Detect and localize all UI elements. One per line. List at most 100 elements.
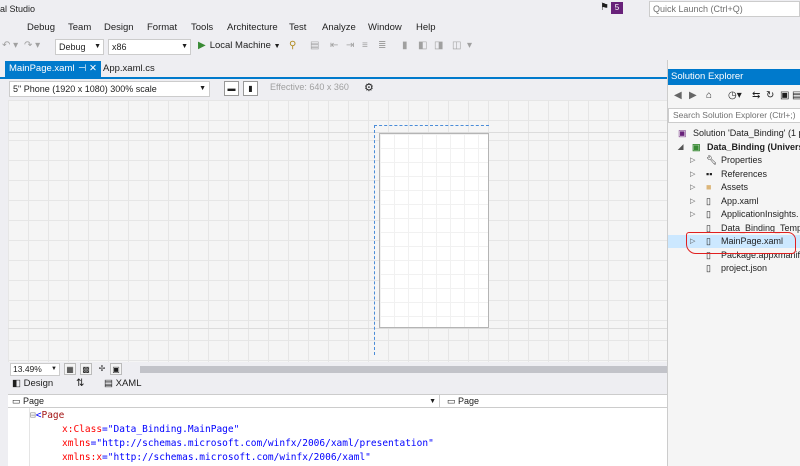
sync-icon[interactable]: ⇆ — [752, 90, 760, 101]
surface-guide — [8, 328, 667, 329]
configuration-select[interactable]: Debug ▼ — [55, 39, 104, 55]
quick-launch-placeholder: Quick Launch (Ctrl+Q) — [653, 4, 743, 14]
tab-xaml[interactable]: ▤ XAML — [104, 378, 142, 389]
expanded-triangle-icon[interactable]: ◢ — [678, 141, 683, 154]
tab-mainpage-xaml[interactable]: MainPage.xaml ⊣ ✕ — [5, 61, 101, 77]
collapse-all-icon[interactable]: ▣ — [780, 90, 789, 101]
toolbar-overflow-icon[interactable]: ▾ — [467, 40, 472, 51]
forward-icon[interactable]: ▶ — [689, 90, 697, 101]
collapsed-triangle-icon[interactable]: ▷ — [690, 195, 695, 208]
grid-icon[interactable]: ▦ — [64, 363, 76, 375]
nav-value: Page — [458, 396, 480, 406]
comment-icon[interactable]: ≡ — [362, 40, 368, 51]
show-all-files-icon[interactable]: ▤ — [792, 90, 800, 101]
design-surface[interactable] — [8, 100, 667, 362]
code-line: xmlns="http://schemas.microsoft.com/winf… — [62, 438, 434, 449]
snap-grid-icon[interactable]: ▩ — [80, 363, 92, 375]
xaml-code-editor[interactable]: ⊟<Page x:Class="Data_Binding.MainPage" x… — [8, 408, 667, 466]
tree-item-label: ApplicationInsights. — [721, 209, 799, 219]
code-attr: xmlns — [62, 438, 91, 449]
quick-launch-input[interactable]: Quick Launch (Ctrl+Q) — [649, 1, 800, 17]
menu-team[interactable]: Team — [68, 22, 91, 33]
solution-explorer: Solution Explorer ◀ ▶ ⌂ ◷▾ ⇆ ↻ ▣ ▤ Searc… — [667, 60, 800, 466]
tree-item-assets[interactable]: ▷ ■ Assets — [668, 181, 800, 194]
run-target-label: Local Machine — [209, 40, 271, 51]
collapsed-triangle-icon[interactable]: ▷ — [690, 168, 695, 181]
split-tabs: ◧ Design ⇅ ▤ XAML — [8, 377, 667, 393]
back-icon[interactable]: ◀ — [674, 90, 682, 101]
menu-help[interactable]: Help — [416, 22, 436, 33]
tree-item-references[interactable]: ▷ ▪▪ References — [668, 168, 800, 181]
menu-design[interactable]: Design — [104, 22, 134, 33]
horizontal-scrollbar[interactable] — [140, 366, 670, 373]
tree-item-label: project.json — [721, 263, 768, 273]
collapsed-triangle-icon[interactable]: ▷ — [690, 208, 695, 221]
notification-badge[interactable]: 5 — [611, 2, 623, 14]
artboard-icon[interactable]: ✢ — [96, 363, 108, 375]
refresh-icon[interactable]: ↻ — [766, 90, 774, 101]
solution-explorer-toolbar: ◀ ▶ ⌂ ◷▾ ⇆ ↻ ▣ ▤ — [668, 85, 800, 107]
undo-icon[interactable]: ↶ ▾ — [2, 40, 18, 51]
portrait-icon[interactable]: ▮ — [243, 81, 258, 96]
redo-icon[interactable]: ↷ ▾ — [24, 40, 40, 51]
menu-test[interactable]: Test — [289, 22, 306, 33]
solution-search-input[interactable]: Search Solution Explorer (Ctrl+;) — [668, 108, 800, 123]
menu-tools[interactable]: Tools — [191, 22, 213, 33]
pin-close-icon[interactable]: ⊣ ✕ — [78, 61, 97, 77]
tree-item-temp-key[interactable]: ▯ Data_Binding_Temp — [668, 222, 800, 235]
tab-design[interactable]: ◧ Design — [12, 378, 53, 389]
bookmark-icon[interactable]: ▮ — [402, 40, 408, 51]
find-icon[interactable]: ⚲ — [289, 40, 296, 51]
tree-item-project-json[interactable]: ▯ project.json — [668, 262, 800, 275]
tree-item-package-manifest[interactable]: ▯ Package.appxmanife — [668, 249, 800, 262]
platform-select[interactable]: x86 ▼ — [108, 39, 191, 55]
toolbar-icon-b[interactable]: ⇤ — [330, 40, 338, 51]
document-tabs: MainPage.xaml ⊣ ✕ App.xaml.cs — [0, 60, 667, 77]
xaml-element-icon: ▭ — [12, 396, 21, 406]
selection-guide-top — [374, 125, 489, 126]
collapsed-triangle-icon[interactable]: ▷ — [690, 154, 695, 167]
collapsed-triangle-icon[interactable]: ▷ — [690, 235, 695, 248]
zoom-select[interactable]: 13.49% ▼ — [10, 363, 60, 376]
bookmark-next-icon[interactable]: ◨ — [434, 40, 443, 51]
notification-flag-icon[interactable]: ⚑ — [600, 2, 609, 13]
tab-label: Design — [23, 378, 54, 389]
landscape-icon[interactable]: ▬ — [224, 81, 239, 96]
bookmark-prev-icon[interactable]: ◧ — [418, 40, 427, 51]
snap-icon[interactable]: ▣ — [110, 363, 122, 375]
code-navigation-bar: ▭ Page ▼ ▭ Page — [8, 394, 667, 408]
history-icon[interactable]: ◷▾ — [728, 90, 742, 101]
toolbar-icon-c[interactable]: ⇥ — [346, 40, 354, 51]
menu-bar: Debug Team Design Format Tools Architect… — [0, 19, 800, 36]
collapsed-triangle-icon[interactable]: ▷ — [690, 181, 695, 194]
bookmark-clear-icon[interactable]: ◫ — [452, 40, 461, 51]
gear-icon[interactable]: ⚙ — [364, 81, 374, 94]
tab-app-xaml-cs[interactable]: App.xaml.cs — [103, 61, 155, 77]
title-bar: al Studio ⚑ 5 Quick Launch (Ctrl+Q) — [0, 0, 800, 19]
run-button[interactable]: ▶ Local Machine ▼ — [198, 40, 281, 51]
tree-item-properties[interactable]: ▷ 🔧︎ Properties — [668, 154, 800, 167]
tree-item-mainpage-xaml[interactable]: ▷ ▯ MainPage.xaml — [668, 235, 800, 248]
menu-format[interactable]: Format — [147, 22, 177, 33]
chevron-down-icon: ▼ — [199, 85, 206, 92]
tree-item-app-xaml[interactable]: ▷ ▯ App.xaml — [668, 195, 800, 208]
chevron-down-icon: ▼ — [273, 43, 281, 50]
tree-item-solution[interactable]: ▣ Solution 'Data_Binding' (1 p — [668, 127, 800, 140]
tree-item-project[interactable]: ◢ ▣ Data_Binding (Univers — [668, 141, 800, 154]
element-select-right[interactable]: ▭ Page — [443, 395, 667, 408]
chevron-down-icon: ▼ — [181, 43, 188, 50]
swap-panes-icon[interactable]: ⇅ — [76, 378, 84, 389]
element-select-left[interactable]: ▭ Page ▼ — [8, 395, 440, 408]
device-select[interactable]: 5" Phone (1920 x 1080) 300% scale ▼ — [9, 81, 210, 97]
menu-architecture[interactable]: Architecture — [227, 22, 278, 33]
tree-item-label: Assets — [721, 182, 749, 192]
toolbar-icon-a[interactable]: ▤ — [310, 40, 319, 51]
menu-debug[interactable]: Debug — [27, 22, 55, 33]
phone-artboard[interactable] — [379, 133, 489, 328]
menu-analyze[interactable]: Analyze — [322, 22, 356, 33]
xaml-file-icon: ▯ — [706, 236, 711, 246]
tree-item-appinsights[interactable]: ▷ ▯ ApplicationInsights. — [668, 208, 800, 221]
menu-window[interactable]: Window — [368, 22, 402, 33]
home-icon[interactable]: ⌂ — [706, 90, 712, 101]
uncomment-icon[interactable]: ≣ — [378, 40, 386, 51]
